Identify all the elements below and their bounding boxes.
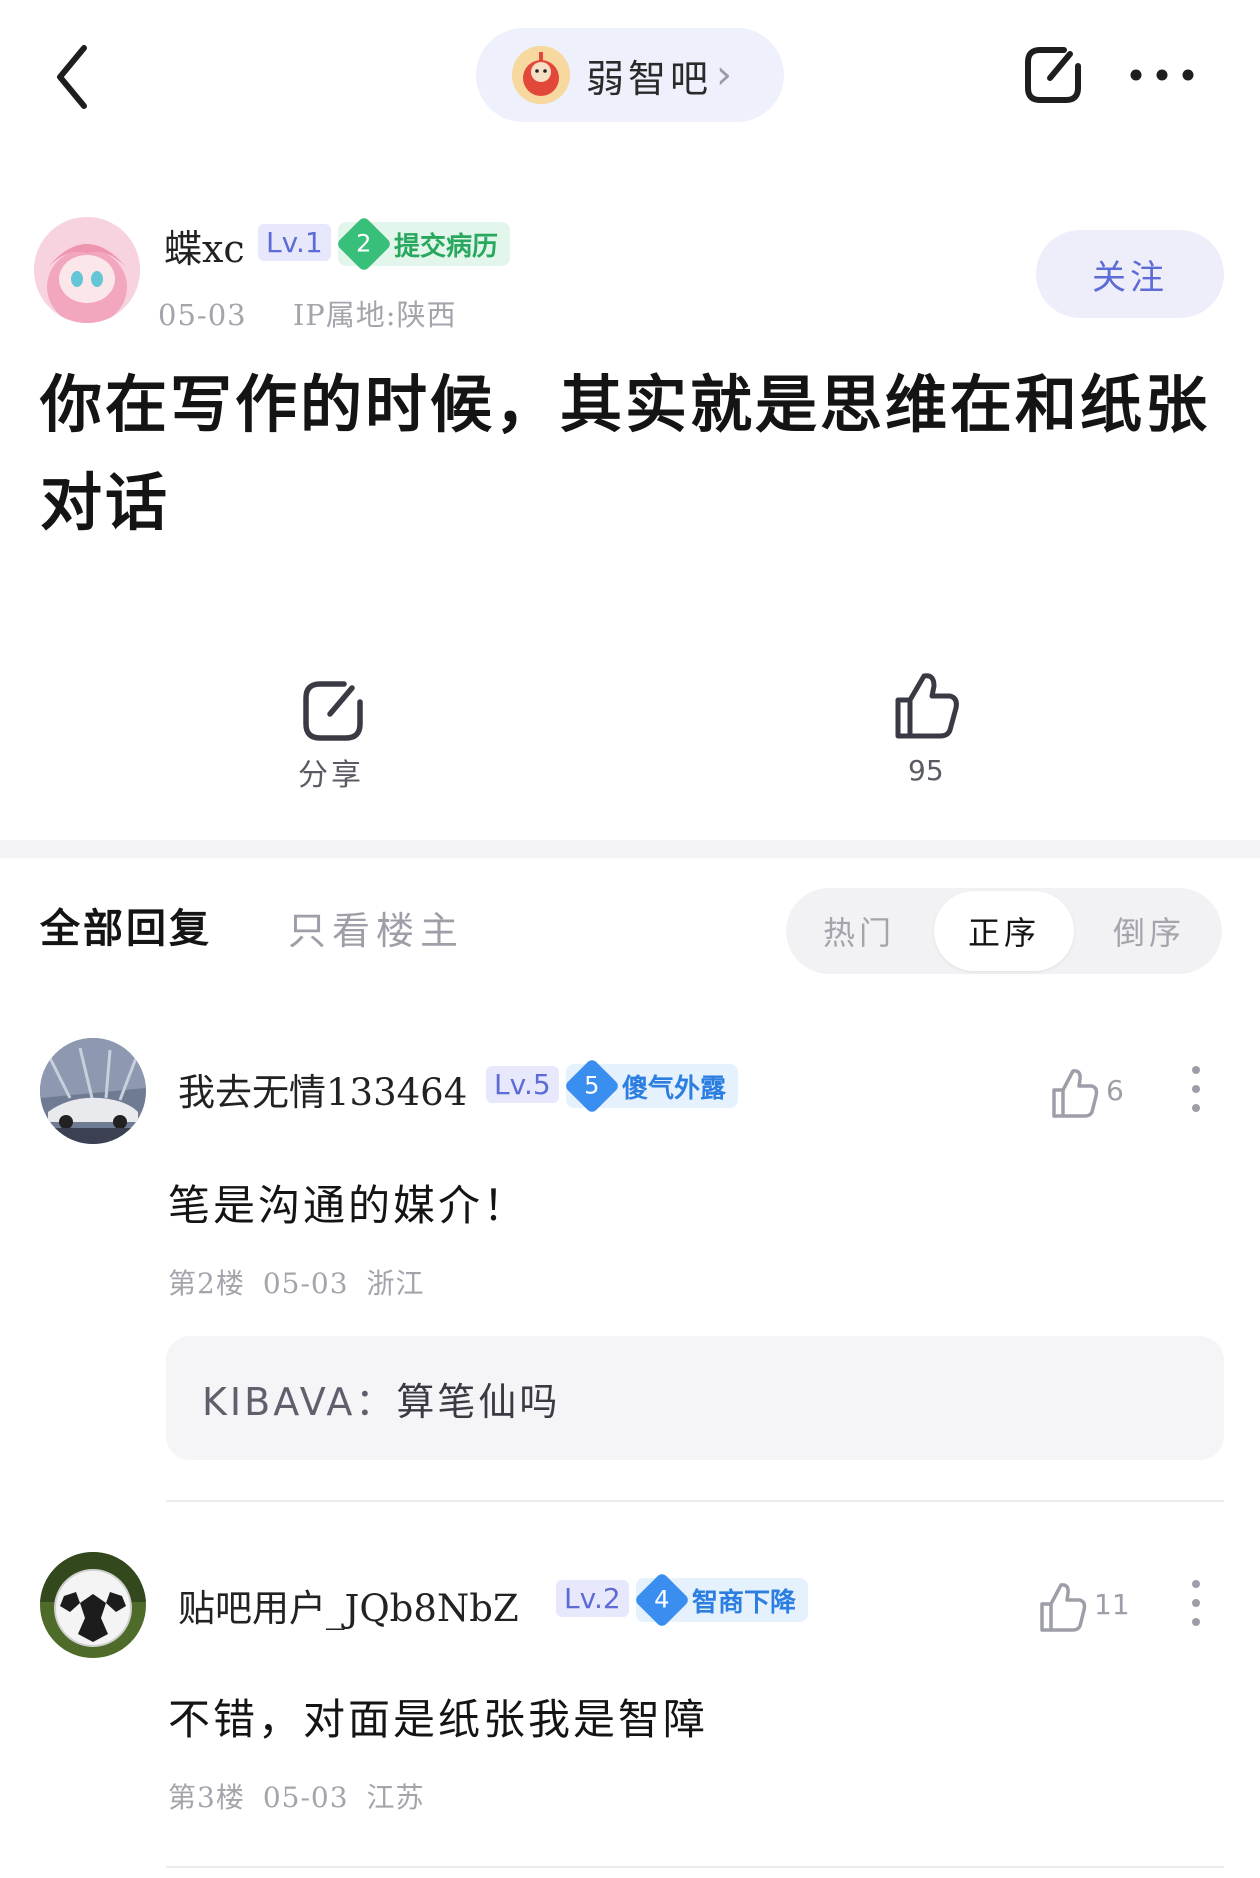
post-date: 05-03 bbox=[158, 298, 247, 332]
reply-level-badge: Lv.5 bbox=[486, 1066, 559, 1103]
author-avatar[interactable] bbox=[34, 217, 140, 323]
reply-floor: 第2楼 bbox=[168, 1267, 245, 1300]
reply-date: 05-03 bbox=[262, 1267, 349, 1300]
forum-avatar bbox=[512, 46, 570, 104]
reply-content: 笔是沟通的媒介！ bbox=[168, 1181, 529, 1230]
reply-meta: 第3楼 05-03 江苏 bbox=[168, 1776, 425, 1816]
reply-honor-title: 傻气外露 bbox=[622, 1073, 727, 1104]
forum-pill[interactable]: 弱智吧 › bbox=[476, 28, 784, 122]
reply-avatar[interactable] bbox=[40, 1552, 146, 1658]
reply-date: 05-03 bbox=[262, 1781, 349, 1814]
reply-avatar[interactable] bbox=[40, 1038, 146, 1144]
tab-all-replies[interactable]: 全部回复 bbox=[40, 896, 212, 954]
sort-desc[interactable]: 倒序 bbox=[1076, 888, 1222, 974]
share-icon[interactable] bbox=[298, 676, 368, 746]
reply-content: 不错，对面是纸张我是智障 bbox=[168, 1695, 709, 1744]
post-title: 你在写作的时候，其实就是思维在和纸张对话 bbox=[40, 368, 1211, 539]
reply-user-name[interactable]: 我去无情133464 bbox=[178, 1062, 467, 1116]
reply-honor-level: 5 bbox=[584, 1072, 600, 1100]
reply-honor-badge: 4 智商下降 bbox=[633, 1571, 809, 1629]
thumbs-up-icon[interactable] bbox=[890, 668, 964, 742]
honor-badge: 2 提交病历 bbox=[335, 215, 511, 273]
sub-reply-box[interactable]: KIBAVA： 算笔仙吗 bbox=[166, 1336, 1224, 1460]
honor-title: 提交病历 bbox=[394, 231, 499, 262]
tab-op-only[interactable]: 只看楼主 bbox=[288, 900, 464, 955]
follow-button[interactable]: 关注 bbox=[1036, 230, 1224, 318]
chevron-right-icon: › bbox=[716, 52, 733, 98]
thumbs-up-icon[interactable] bbox=[1038, 1580, 1088, 1634]
author-meta: 05-03 IP属地:陕西 bbox=[158, 292, 457, 334]
section-divider bbox=[0, 840, 1260, 858]
sort-hot[interactable]: 热门 bbox=[786, 888, 932, 974]
level-badge: Lv.1 bbox=[258, 224, 331, 261]
more-dots-icon[interactable] bbox=[1128, 60, 1196, 90]
sort-asc[interactable]: 正序 bbox=[934, 891, 1074, 971]
reply-floor: 第3楼 bbox=[168, 1781, 245, 1814]
sub-reply-user[interactable]: KIBAVA： bbox=[202, 1371, 396, 1426]
reply-location: 江苏 bbox=[366, 1781, 425, 1814]
author-name[interactable]: 蝶xc bbox=[164, 218, 245, 273]
reply-level-badge: Lv.2 bbox=[556, 1580, 629, 1617]
reply-divider bbox=[166, 1500, 1224, 1502]
thumbs-up-icon[interactable] bbox=[1050, 1066, 1100, 1120]
sub-reply-text: 算笔仙吗 bbox=[396, 1379, 561, 1424]
reply-honor-title: 智商下降 bbox=[692, 1587, 797, 1618]
reply-meta: 第2楼 05-03 浙江 bbox=[168, 1262, 425, 1302]
reply-honor-badge: 5 傻气外露 bbox=[563, 1057, 739, 1115]
honor-level: 2 bbox=[356, 230, 372, 258]
more-vertical-icon[interactable] bbox=[1190, 1578, 1202, 1628]
ip-location: IP属地:陕西 bbox=[292, 298, 457, 332]
reply-like-count: 6 bbox=[1106, 1074, 1124, 1107]
share-label[interactable]: 分享 bbox=[298, 750, 364, 794]
share-icon[interactable] bbox=[1020, 42, 1086, 108]
back-chevron-icon[interactable] bbox=[52, 42, 92, 112]
forum-name: 弱智吧 bbox=[586, 56, 713, 101]
sort-segment: 热门 正序 倒序 bbox=[786, 888, 1222, 974]
reply-like-count: 11 bbox=[1094, 1588, 1130, 1621]
reply-user-name[interactable]: 贴吧用户_JQb8NbZ bbox=[178, 1578, 519, 1632]
reply-location: 浙江 bbox=[366, 1267, 425, 1300]
reply-honor-level: 4 bbox=[654, 1586, 670, 1614]
like-count: 95 bbox=[908, 754, 944, 787]
reply-divider bbox=[166, 1866, 1224, 1868]
more-vertical-icon[interactable] bbox=[1190, 1064, 1202, 1114]
